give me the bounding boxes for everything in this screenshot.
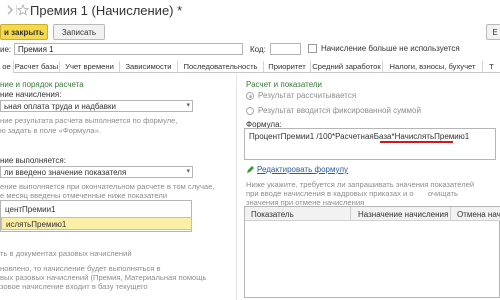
name-label: ие: (0, 45, 12, 54)
code-field[interactable] (270, 43, 301, 55)
purpose-label: ние начисления: (0, 90, 62, 99)
execution-value: ли введено значение показателя (4, 168, 127, 177)
tab-time-accounting[interactable]: Учет времени (60, 61, 120, 73)
unused-label: Начисление больше не используется (321, 44, 460, 53)
window-title: Премия 1 (Начисление) * (30, 3, 183, 18)
purpose-select[interactable]: ьная оплата труда и надбавки ▾ (0, 100, 193, 112)
save-and-close-button[interactable]: и закрыть (0, 24, 48, 40)
right-section-title: Расчет и показатели (246, 80, 323, 89)
more-button[interactable]: Е (486, 24, 500, 40)
formula-field[interactable]: ПроцентПремии1 /100*РасчетнаяБаза*Начисл… (244, 128, 496, 160)
tab-sequence[interactable]: Последовательность (178, 61, 264, 73)
dropdown-arrow-icon[interactable]: ▾ (186, 101, 190, 109)
purpose-value: ьная оплата труда и надбавки (4, 102, 116, 111)
radio-fixed[interactable]: Результат вводится фиксированной суммой (246, 106, 421, 115)
col-cancel[interactable]: Отмена нач (457, 210, 500, 219)
favorite-star-icon[interactable] (17, 4, 29, 16)
docs-note-line3: зовое начисление входит в базу текущего (0, 282, 148, 291)
pencil-icon (247, 166, 254, 174)
tab-priority[interactable]: Приоритет (264, 61, 311, 73)
left-section-title: ние и порядок расчета (0, 80, 84, 89)
col-separator (350, 207, 351, 221)
column-divider (236, 74, 237, 300)
col-purpose[interactable]: Назначение начисления (358, 210, 448, 219)
tab-base-calc[interactable]: Расчет базы (14, 61, 60, 73)
purpose-note-line2: ю задать в поле «Формула». (0, 126, 101, 135)
name-field[interactable]: Премия 1 (14, 43, 243, 55)
table-header: Показатель Назначение начисления Отмена … (245, 207, 500, 221)
tab-dependencies[interactable]: Зависимости (120, 61, 178, 73)
purpose-note-line1: ние результата расчета выполняется по фо… (0, 116, 178, 125)
indicators-table[interactable]: Показатель Назначение начисления Отмена … (244, 206, 500, 298)
toolbar: и закрыть Записать Е (0, 23, 500, 41)
radio-calculated[interactable]: Результат рассчитывается (246, 91, 356, 100)
tab-taxes[interactable]: Налоги, взносы, бухучет (383, 61, 483, 73)
col-separator (450, 207, 451, 221)
edit-formula-row[interactable]: Редактировать формулу (246, 165, 348, 174)
save-button[interactable]: Записать (53, 24, 105, 40)
list-item[interactable]: центПремии1 (1, 203, 192, 216)
tab-main[interactable]: ое (0, 61, 14, 73)
list-item-selected[interactable]: ислятьПремию1 (1, 217, 192, 230)
formula-text: ПроцентПремии1 /100*РасчетнаяБаза*Начисл… (249, 132, 470, 141)
unused-checkbox-row[interactable]: Начисление больше не используется (308, 44, 460, 54)
radio-calculated-button[interactable] (246, 91, 254, 100)
formula-highlight-underline (380, 141, 453, 143)
title-bar: Премия 1 (Начисление) * (0, 0, 500, 22)
edit-formula-link[interactable]: Редактировать формулу (257, 165, 348, 174)
dropdown-arrow-icon[interactable]: ▾ (186, 167, 190, 175)
unused-checkbox[interactable] (308, 44, 317, 54)
tab-strip: ое Расчет базы Учет времени Зависимости … (0, 61, 500, 73)
execution-select[interactable]: ли введено значение показателя ▾ (0, 166, 193, 178)
indicators-list[interactable]: центПремии1 ислятьПремию1 (0, 200, 192, 232)
tab-more[interactable]: Т (483, 61, 500, 73)
radio-calculated-label: Результат рассчитывается (258, 91, 357, 100)
tab-average-earnings[interactable]: Средний заработок (311, 61, 383, 73)
code-label: Код: (250, 45, 266, 54)
one-time-docs-label: ть в документах разовых начислений (0, 249, 132, 258)
info-line2b: очищать (428, 189, 458, 198)
execution-label: ние выполняется: (0, 156, 66, 165)
col-indicator[interactable]: Показатель (251, 210, 294, 219)
form-window: Премия 1 (Начисление) * и закрыть Записа… (0, 0, 500, 300)
radio-fixed-button[interactable] (246, 106, 254, 115)
radio-fixed-label: Результат вводится фиксированной суммой (258, 106, 421, 115)
